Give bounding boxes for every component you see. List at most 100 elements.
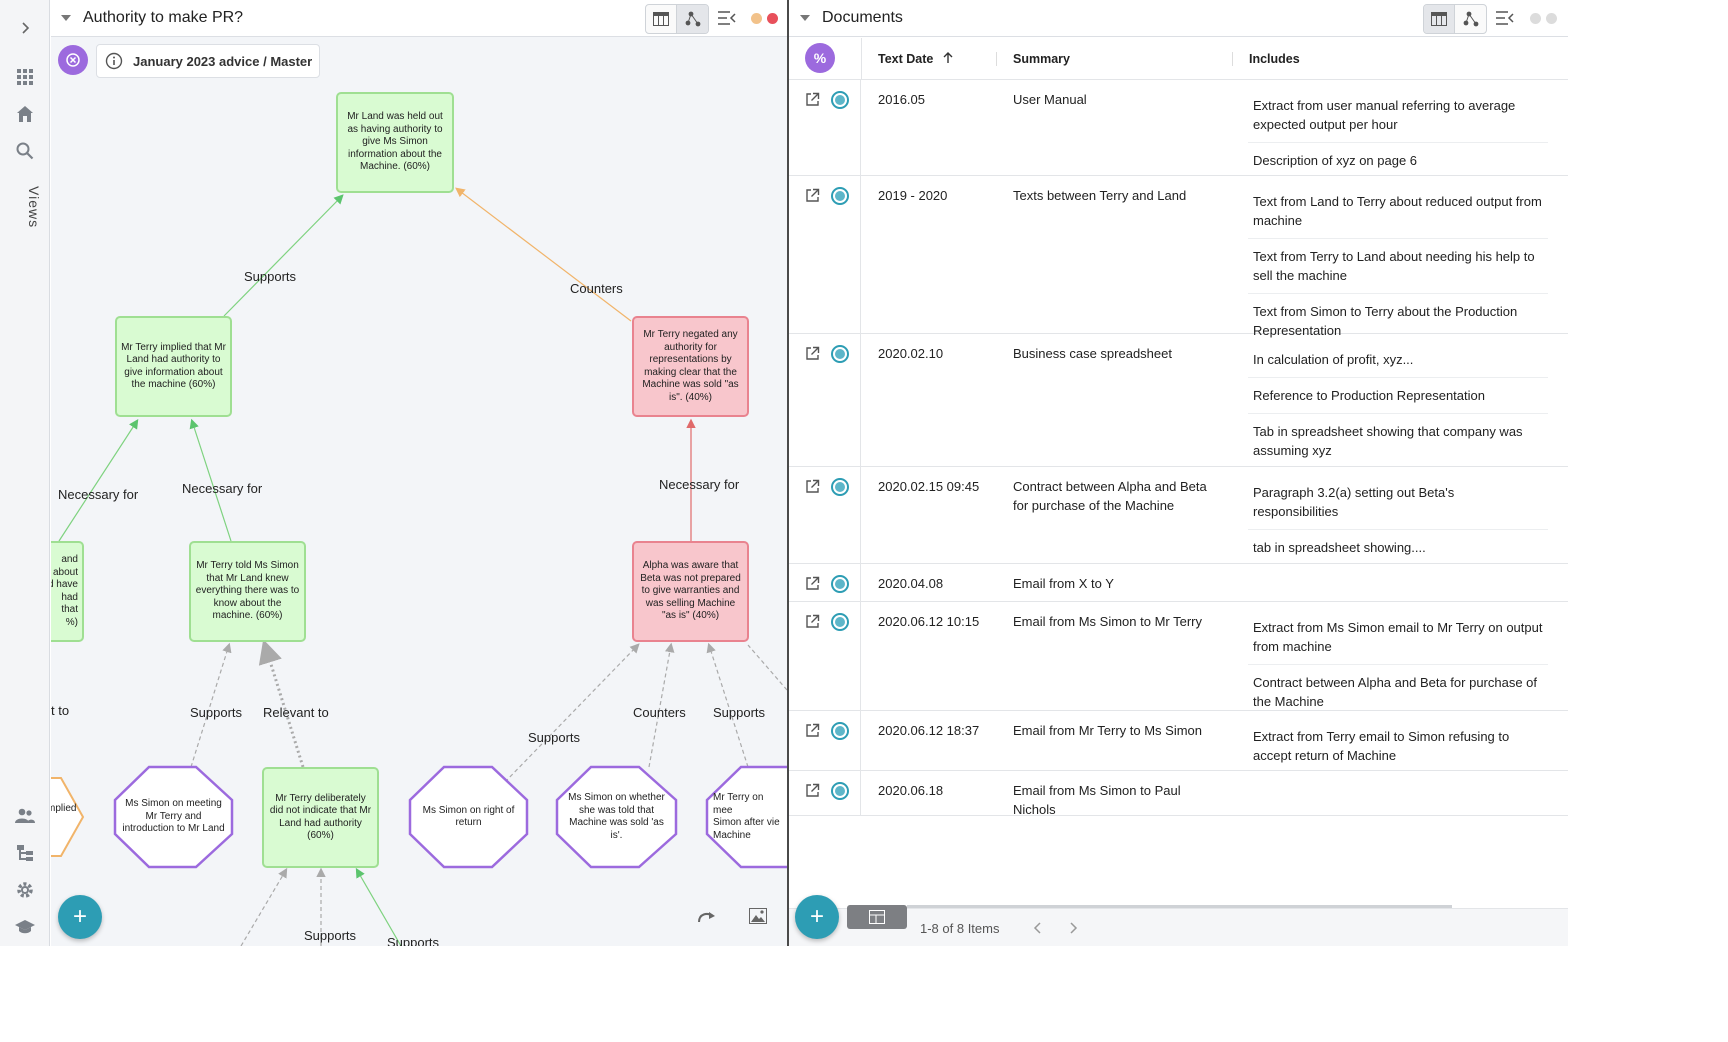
edge-label: Relevant to <box>263 705 329 720</box>
apps-grid-icon[interactable] <box>0 59 50 95</box>
layout-toggle-button[interactable] <box>847 905 907 929</box>
status-icon[interactable] <box>831 613 849 631</box>
open-external-icon[interactable] <box>805 576 820 591</box>
evidence-label: Ms Simon on meeting Mr Terry and introdu… <box>122 798 225 835</box>
includes-item[interactable]: Text from Terry to Land about needing hi… <box>1248 239 1548 294</box>
documents-title: Documents <box>822 9 903 26</box>
summary-cell: Email from Mr Terry to Ms Simon <box>1013 723 1203 738</box>
redo-icon[interactable] <box>697 908 717 924</box>
collapse-panel-icon[interactable] <box>1496 11 1514 25</box>
views-label[interactable]: Views <box>8 186 42 228</box>
status-icon[interactable] <box>831 91 849 109</box>
info-icon <box>105 52 123 70</box>
open-external-icon[interactable] <box>805 188 820 203</box>
home-icon[interactable] <box>0 96 50 132</box>
collapse-caret-icon[interactable] <box>800 14 810 22</box>
includes-item[interactable]: Reference to Production Representation <box>1248 378 1548 414</box>
includes-item[interactable]: Extract from user manual referring to av… <box>1248 88 1548 143</box>
text-date-cell: 2020.04.08 <box>878 576 944 591</box>
text-date-cell: 2019 - 2020 <box>878 188 948 203</box>
table-row[interactable]: 2020.06.12 10:15 Email from Ms Simon to M… <box>789 602 1568 711</box>
edge-label: Supports <box>387 935 440 946</box>
add-document-button[interactable]: + <box>795 895 839 939</box>
row-gutter <box>789 334 861 466</box>
column-header-summary[interactable]: Summary <box>1013 52 1070 66</box>
table-row[interactable]: 2020.06.12 18:37 Email from Mr Terry to M… <box>789 711 1568 771</box>
summary-cell: User Manual <box>1013 92 1087 107</box>
graph-view-icon[interactable] <box>677 5 708 33</box>
hierarchy-icon[interactable] <box>0 835 50 871</box>
claim-node[interactable]: Alpha was aware that Beta was not prepar… <box>632 541 749 642</box>
percent-filter-button[interactable]: % <box>805 43 835 73</box>
prev-page-icon[interactable] <box>1033 922 1041 934</box>
claim-node[interactable]: Mr Terry told Ms Simon that Mr Land knew… <box>189 541 306 642</box>
collapse-panel-icon[interactable] <box>718 11 736 25</box>
includes-cell: In calculation of profit, xyz... Referenc… <box>1248 342 1548 468</box>
table-view-icon[interactable] <box>1424 5 1455 33</box>
status-icon[interactable] <box>831 187 849 205</box>
text-date-cell: 2020.06.18 <box>878 783 944 798</box>
close-dot[interactable] <box>1546 13 1557 24</box>
next-page-icon[interactable] <box>1070 922 1078 934</box>
column-header-includes[interactable]: Includes <box>1249 52 1300 66</box>
status-icon[interactable] <box>831 345 849 363</box>
documents-header: Documents <box>789 0 1568 37</box>
includes-item[interactable]: Description of xyz on page 6 <box>1248 143 1548 178</box>
education-cap-icon[interactable] <box>0 909 50 945</box>
search-icon[interactable] <box>0 133 50 169</box>
includes-item[interactable]: Extract from Terry email to Simon refusi… <box>1248 719 1548 773</box>
edge-label: Supports <box>528 730 581 745</box>
sort-ascending-icon[interactable] <box>943 52 953 64</box>
text-date-cell: 2020.06.12 18:37 <box>878 723 980 738</box>
claim-node[interactable]: Mr Terry deliberately did not indicate t… <box>262 767 379 868</box>
status-icon[interactable] <box>831 575 849 593</box>
table-row[interactable]: 2019 - 2020 Texts between Terry and Land T… <box>789 176 1568 338</box>
minimize-dot[interactable] <box>1530 13 1541 24</box>
status-icon[interactable] <box>831 722 849 740</box>
includes-cell: Extract from Terry email to Simon refusi… <box>1248 719 1548 773</box>
table-header: Text Date Summary Includes <box>789 38 1568 80</box>
people-icon[interactable] <box>0 798 50 834</box>
includes-item[interactable]: In calculation of profit, xyz... <box>1248 342 1548 378</box>
table-view-icon[interactable] <box>646 5 677 33</box>
breadcrumb[interactable]: January 2023 advice / Master <box>96 44 320 78</box>
includes-item[interactable]: tab in spreadsheet showing.... <box>1248 530 1548 565</box>
open-external-icon[interactable] <box>805 92 820 107</box>
open-external-icon[interactable] <box>805 614 820 629</box>
graph-view-icon[interactable] <box>1455 5 1486 33</box>
column-header-date[interactable]: Text Date <box>878 52 953 66</box>
open-external-icon[interactable] <box>805 479 820 494</box>
close-breadcrumb-button[interactable] <box>58 45 88 75</box>
claim-node[interactable]: Mr Land was held out as having authority… <box>336 92 454 193</box>
expand-chevron-icon[interactable] <box>0 10 50 46</box>
open-external-icon[interactable] <box>805 783 820 798</box>
add-node-button[interactable]: + <box>58 895 102 939</box>
view-switcher <box>645 4 709 34</box>
claim-node[interactable]: Mr Terry negated any authority for repre… <box>632 316 749 417</box>
table-row[interactable]: 2020.02.15 09:45 Contract between Alpha a… <box>789 467 1568 564</box>
table-footer: 1-8 of 8 Items <box>789 905 1568 946</box>
claim-node[interactable]: Mr Terry implied that Mr Land had author… <box>115 316 232 417</box>
table-row[interactable]: 2020.02.10 Business case spreadsheet In ca… <box>789 334 1568 467</box>
includes-item[interactable]: Extract from Ms Simon email to Mr Terry … <box>1248 610 1548 665</box>
status-icon[interactable] <box>831 478 849 496</box>
includes-item[interactable]: Paragraph 3.2(a) setting out Beta's resp… <box>1248 475 1548 530</box>
summary-cell: Email from Ms Simon to Paul Nichols <box>1013 783 1181 817</box>
table-row[interactable]: 2016.05 User Manual Extract from user manu… <box>789 80 1568 176</box>
summary-cell: Business case spreadsheet <box>1013 346 1172 361</box>
status-icon[interactable] <box>831 782 849 800</box>
includes-item[interactable]: Text from Land to Terry about reduced ou… <box>1248 184 1548 239</box>
open-external-icon[interactable] <box>805 723 820 738</box>
summary-cell: Email from X to Y <box>1013 576 1114 591</box>
includes-item[interactable]: Tab in spreadsheet showing that company … <box>1248 414 1548 468</box>
collapse-caret-icon[interactable] <box>61 14 71 22</box>
close-dot[interactable] <box>767 13 778 24</box>
edge-label: t to <box>51 703 70 718</box>
open-external-icon[interactable] <box>805 346 820 361</box>
image-export-icon[interactable] <box>749 908 767 924</box>
settings-gear-icon[interactable] <box>0 872 50 908</box>
table-row[interactable]: 2020.04.08 Email from X to Y <box>789 564 1568 602</box>
claim-node[interactable]: and about d have had that %) <box>51 541 84 642</box>
minimize-dot[interactable] <box>751 13 762 24</box>
table-row[interactable]: 2020.06.18 Email from Ms Simon to Paul Ni… <box>789 771 1568 817</box>
